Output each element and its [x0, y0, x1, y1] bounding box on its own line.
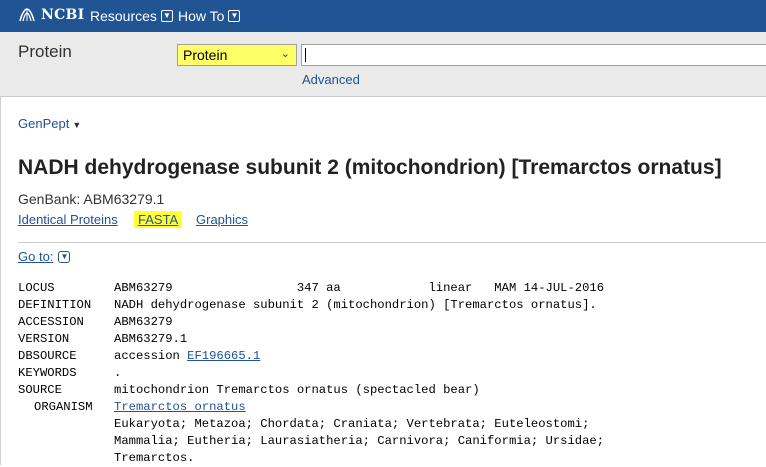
- field-value: mitochondrion Tremarctos ornatus (specta…: [114, 383, 480, 397]
- keywords-row: KEYWORDS .: [18, 365, 604, 382]
- field-value: accession: [114, 349, 188, 363]
- identical-proteins-link[interactable]: Identical Proteins: [18, 212, 118, 227]
- goto-menu[interactable]: Go to: ▼: [18, 249, 71, 264]
- chevron-down-icon: ⌄: [280, 48, 290, 60]
- text-caret: [305, 48, 306, 62]
- field-key-blank: [18, 433, 114, 450]
- report-format-menu[interactable]: GenPept ▼: [18, 116, 81, 131]
- chevron-down-icon: ▼: [160, 10, 173, 22]
- genbank-accession: GenBank: ABM63279.1: [18, 191, 165, 207]
- chevron-down-icon: ▼: [228, 10, 241, 22]
- accession-row: ACCESSION ABM63279: [18, 314, 604, 331]
- search-input[interactable]: [301, 44, 766, 66]
- howto-menu[interactable]: How To ▼: [178, 8, 241, 24]
- field-value: ABM63279: [114, 315, 173, 329]
- section-divider: [18, 242, 766, 243]
- field-key-blank: [18, 416, 114, 433]
- database-select-value: Protein: [183, 47, 228, 63]
- search-bar: Protein Protein ⌄ Advanced: [0, 32, 766, 97]
- field-key-blank: [18, 450, 114, 467]
- definition-row: DEFINITION NADH dehydrogenase subunit 2 …: [18, 297, 604, 314]
- source-row: SOURCE mitochondrion Tremarctos ornatus …: [18, 382, 604, 399]
- caret-down-icon: ▼: [72, 120, 82, 130]
- organism-link[interactable]: Tremarctos ornatus: [114, 399, 246, 416]
- advanced-search-link[interactable]: Advanced: [302, 72, 360, 87]
- ncbi-logo-icon: [19, 8, 35, 22]
- field-value: ABM63279.1: [114, 332, 188, 346]
- left-border: [0, 97, 1, 465]
- fasta-link[interactable]: FASTA: [134, 211, 183, 228]
- locus-row: LOCUS ABM63279 347 aa linear MAM 14-JUL-…: [18, 280, 604, 297]
- lineage-text: Tremarctos.: [114, 451, 195, 465]
- field-key: ACCESSION: [18, 315, 84, 329]
- field-key: DBSOURCE: [18, 349, 77, 363]
- field-value: .: [114, 366, 122, 380]
- graphics-link[interactable]: Graphics: [196, 212, 248, 227]
- record-title: NADH dehydrogenase subunit 2 (mitochondr…: [18, 156, 722, 179]
- lineage-text: Eukaryota; Metazoa; Chordata; Craniata; …: [114, 417, 590, 431]
- field-key: DEFINITION: [18, 298, 92, 312]
- field-value: NADH dehydrogenase subunit 2 (mitochondr…: [114, 298, 597, 312]
- genpept-flatfile: LOCUS ABM63279 347 aa linear MAM 14-JUL-…: [18, 280, 604, 467]
- field-key: SOURCE: [18, 383, 62, 397]
- howto-label: How To: [178, 8, 225, 24]
- dbsource-accession-link[interactable]: EF196665.1: [187, 348, 260, 365]
- version-row: VERSION ABM63279.1: [18, 331, 604, 348]
- database-select[interactable]: Protein ⌄: [177, 44, 297, 66]
- ncbi-logo-text: NCBI: [41, 7, 85, 23]
- field-key: LOCUS: [18, 281, 55, 295]
- goto-label: Go to:: [18, 249, 54, 264]
- field-key: ORGANISM: [34, 400, 93, 414]
- field-key: VERSION: [18, 332, 70, 346]
- database-title: Protein: [18, 42, 72, 61]
- field-value: ABM63279 347 aa linear MAM 14-JUL-2016: [114, 281, 605, 295]
- resources-menu[interactable]: Resources ▼: [90, 8, 173, 24]
- report-format-label: GenPept: [18, 116, 70, 131]
- lineage-row: Mammalia; Eutheria; Laurasiatheria; Carn…: [18, 433, 604, 450]
- lineage-row: Tremarctos.: [18, 450, 604, 467]
- organism-row: ORGANISM Tremarctos ornatus: [18, 399, 604, 416]
- top-nav-bar: NCBI Resources ▼ How To ▼: [0, 0, 766, 32]
- lineage-row: Eukaryota; Metazoa; Chordata; Craniata; …: [18, 416, 604, 433]
- lineage-text: Mammalia; Eutheria; Laurasiatheria; Carn…: [114, 434, 605, 448]
- resources-label: Resources: [90, 8, 157, 24]
- chevron-down-icon: ▼: [58, 250, 71, 263]
- field-key: KEYWORDS: [18, 366, 77, 380]
- dbsource-row: DBSOURCE accession EF196665.1: [18, 348, 604, 365]
- ncbi-logo[interactable]: NCBI: [18, 7, 85, 23]
